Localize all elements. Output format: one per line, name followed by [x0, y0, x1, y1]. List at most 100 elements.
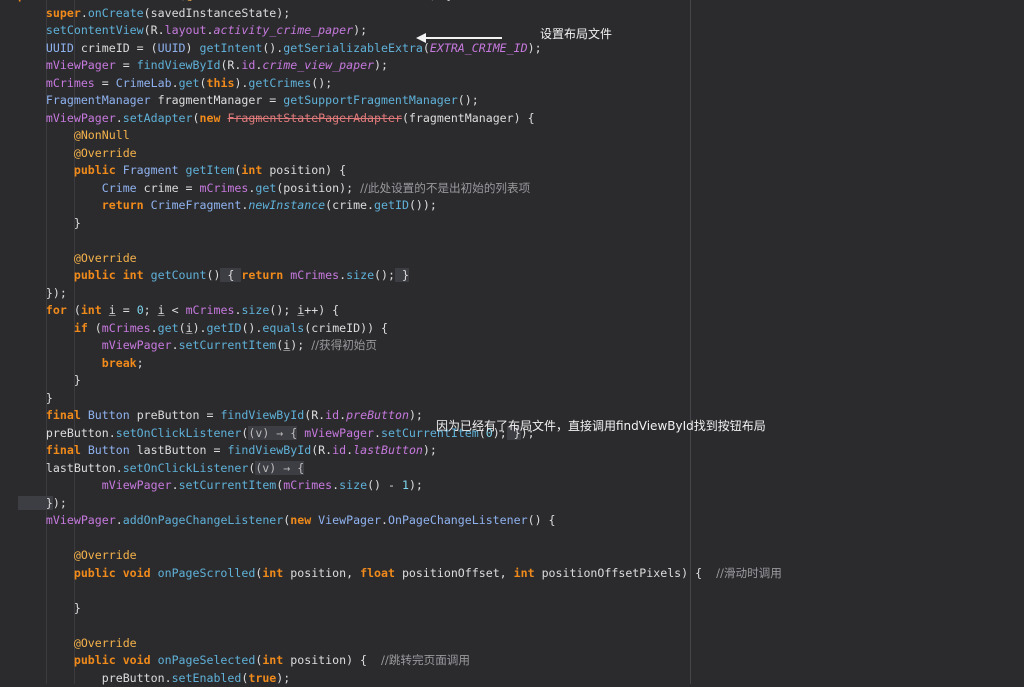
code-token: //获得初始页: [311, 338, 377, 352]
code-token: super: [46, 6, 81, 20]
code-line[interactable]: }: [18, 390, 782, 408]
code-line[interactable]: @Override: [18, 635, 782, 653]
code-token: .: [381, 513, 388, 527]
code-token: crime_view_paper: [262, 58, 374, 72]
code-line[interactable]: if (mCrimes.get(i).getID().equals(crimeI…: [18, 320, 782, 338]
code-line[interactable]: public void onPageSelected(int position)…: [18, 652, 782, 670]
code-token: preButton: [346, 408, 409, 422]
code-line[interactable]: @NonNull: [18, 127, 782, 145]
code-token: }: [18, 373, 81, 387]
code-token: findViewById: [137, 58, 221, 72]
code-token: public: [74, 163, 123, 177]
code-token: mCrimes: [102, 321, 151, 335]
code-line[interactable]: [18, 617, 782, 635]
code-line[interactable]: [18, 582, 782, 600]
code-line[interactable]: @Override: [18, 547, 782, 565]
code-line[interactable]: [18, 530, 782, 548]
code-line[interactable]: setContentView(R.layout.activity_crime_p…: [18, 22, 782, 40]
code-line[interactable]: @Override: [18, 145, 782, 163]
code-token: }: [18, 601, 81, 615]
code-token: [18, 111, 46, 125]
code-token: lastButton: [353, 443, 423, 457]
code-token: getSupportFragmentManager: [283, 93, 458, 107]
code-token: size: [241, 303, 269, 317]
code-line[interactable]: preButton.setEnabled(true);: [18, 670, 782, 687]
code-token: [18, 198, 102, 212]
code-token: ().: [262, 41, 283, 55]
code-token: i: [186, 321, 193, 335]
code-token: //此处设置的不是出初始的列表项: [360, 181, 530, 195]
code-token: ++) {: [304, 303, 339, 317]
code-line[interactable]: });: [18, 495, 782, 513]
code-token: get: [158, 321, 179, 335]
code-line[interactable]: FragmentManager fragmentManager = getSup…: [18, 92, 782, 110]
code-token: }: [18, 391, 53, 405]
code-token: (R.: [220, 58, 241, 72]
code-token: (fragmentManager) {: [402, 111, 535, 125]
code-line[interactable]: public int getCount() { return mCrimes.s…: [18, 267, 782, 285]
code-token: [18, 356, 102, 370]
code-token: public void: [74, 566, 158, 580]
code-token: mCrimes: [46, 76, 95, 90]
code-token: ;: [137, 356, 144, 370]
code-token: new: [200, 111, 228, 125]
code-line[interactable]: }: [18, 600, 782, 618]
code-token: [18, 653, 74, 667]
code-token: lastButton =: [137, 443, 228, 457]
code-token: //滑动时调用: [716, 566, 782, 580]
code-editor[interactable]: protected void onCreate(@Nullable Bundle…: [0, 0, 1024, 684]
code-token: .: [172, 338, 179, 352]
code-token: i: [109, 303, 116, 317]
code-token: );: [276, 671, 290, 685]
code-line[interactable]: break;: [18, 355, 782, 373]
code-line[interactable]: UUID crimeID = (UUID) getIntent().getSer…: [18, 40, 782, 58]
code-token: [18, 181, 102, 195]
code-token: }: [18, 216, 81, 230]
code-token: );: [423, 443, 437, 457]
code-token: UUID: [46, 41, 81, 55]
code-token: crime =: [144, 181, 200, 195]
code-token: [18, 321, 74, 335]
code-token: onCreate: [123, 0, 179, 2]
code-line[interactable]: mViewPager.setCurrentItem(i); //获得初始页: [18, 337, 782, 355]
code-token: (position);: [276, 181, 360, 195]
code-line[interactable]: mViewPager.setCurrentItem(mCrimes.size()…: [18, 477, 782, 495]
code-token: [18, 58, 46, 72]
code-token: UUID: [158, 41, 186, 55]
code-line[interactable]: @Override: [18, 250, 782, 268]
code-token: [18, 6, 46, 20]
button-annotation: 因为已经有了布局文件，直接调用findViewById找到按钮布局: [436, 417, 766, 434]
code-line[interactable]: }: [18, 215, 782, 233]
code-token: size: [339, 478, 367, 492]
code-token: (crimeID)) {: [304, 321, 388, 335]
code-line[interactable]: Crime crime = mCrimes.get(position); //此…: [18, 180, 782, 198]
code-line[interactable]: public Fragment getItem(int position) {: [18, 162, 782, 180]
code-token: mCrimes: [186, 303, 235, 317]
code-token: setCurrentItem: [179, 478, 277, 492]
code-line[interactable]: public void onPageScrolled(int position,…: [18, 565, 782, 583]
code-line[interactable]: return CrimeFragment.newInstance(crime.g…: [18, 197, 782, 215]
code-token: mViewPager: [46, 513, 116, 527]
code-token: (R.: [304, 408, 325, 422]
code-token: getID: [374, 198, 409, 212]
code-token: () {: [528, 513, 556, 527]
code-token: position,: [290, 566, 360, 580]
code-token: (: [200, 76, 207, 90]
code-line[interactable]: super.onCreate(savedInstanceState);: [18, 5, 782, 23]
code-token: preButton.: [18, 426, 116, 440]
code-line[interactable]: mCrimes = CrimeLab.get(this).getCrimes()…: [18, 75, 782, 93]
code-line[interactable]: [18, 232, 782, 250]
code-token: Fragment: [123, 163, 186, 177]
code-token: float: [360, 566, 402, 580]
code-token: [18, 513, 46, 527]
code-line[interactable]: mViewPager = findViewById(R.id.crime_vie…: [18, 57, 782, 75]
code-line[interactable]: mViewPager.addOnPageChangeListener(new V…: [18, 512, 782, 530]
code-token: }: [18, 496, 53, 510]
code-line[interactable]: for (int i = 0; i < mCrimes.size(); i++)…: [18, 302, 782, 320]
code-line[interactable]: }: [18, 372, 782, 390]
code-line[interactable]: lastButton.setOnClickListener((v) → {: [18, 460, 782, 478]
code-line[interactable]: });: [18, 285, 782, 303]
code-line[interactable]: final Button lastButton = findViewById(R…: [18, 442, 782, 460]
code-text[interactable]: protected void onCreate(@Nullable Bundle…: [18, 0, 782, 687]
code-line[interactable]: mViewPager.setAdapter(new FragmentStateP…: [18, 110, 782, 128]
